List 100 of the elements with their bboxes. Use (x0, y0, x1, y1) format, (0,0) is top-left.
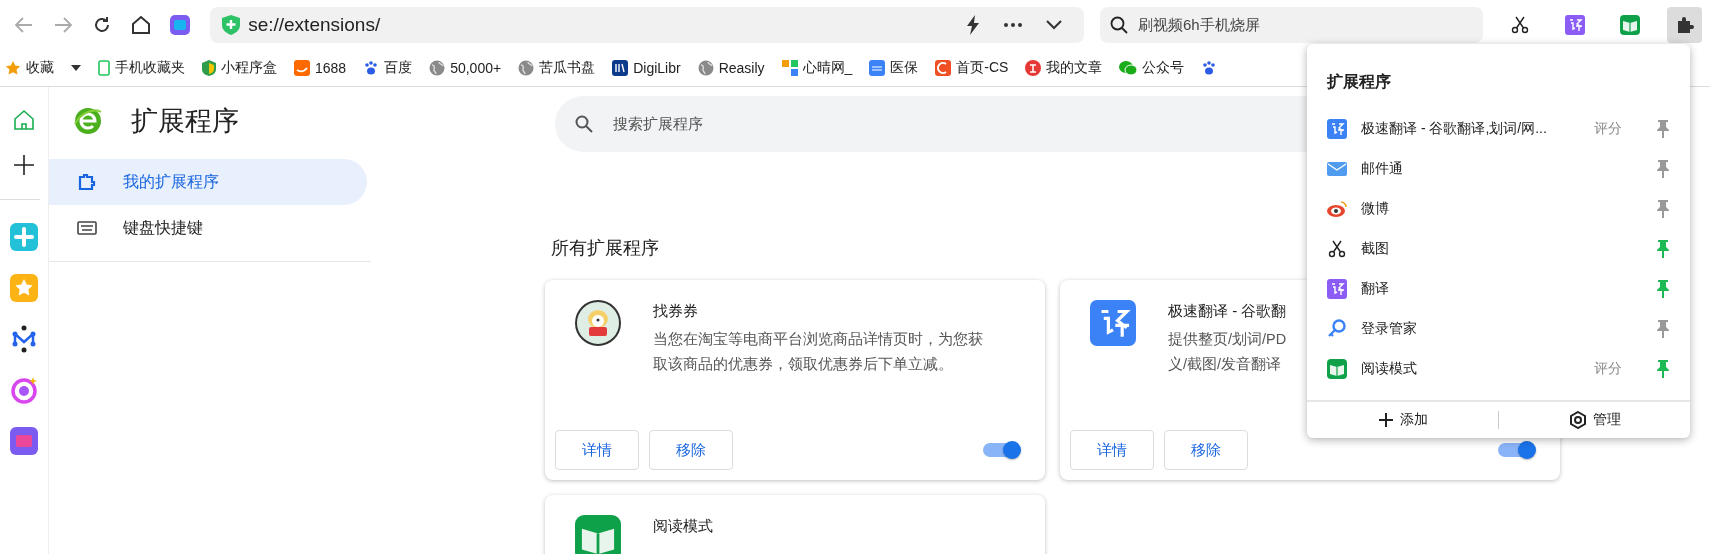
extension-item[interactable]: 截图 (1307, 229, 1690, 269)
popup-title: 扩展程序 (1325, 72, 1392, 92)
card-button[interactable]: 移除 (1164, 430, 1248, 470)
caret-icon[interactable] (71, 65, 81, 71)
translate-icon (1327, 279, 1347, 299)
card-button[interactable]: 移除 (649, 430, 733, 470)
translate-icon (1090, 300, 1136, 346)
book-icon (1327, 359, 1347, 379)
translate-icon (1565, 15, 1586, 35)
pin-button[interactable] (1656, 200, 1670, 218)
add-icon[interactable] (13, 154, 35, 176)
bookmark-icon (935, 60, 952, 76)
pin-button[interactable] (1656, 160, 1670, 178)
puzzle-icon (77, 172, 97, 192)
extension-item[interactable]: 微博 (1307, 189, 1690, 229)
bookmark-link[interactable]: 我的文章 (1046, 59, 1103, 77)
pin-icon (1656, 120, 1670, 138)
shield-icon (222, 15, 241, 35)
bookmark-icon (294, 60, 310, 76)
bookmark-link[interactable]: 苦瓜书盘 (539, 59, 596, 77)
toggle-switch[interactable] (1498, 440, 1538, 460)
pin-icon (1656, 360, 1670, 378)
bookmark-link[interactable]: 医保 (890, 59, 919, 77)
sidebar-item[interactable]: 键盘快捷键 (49, 205, 367, 251)
extension-item[interactable]: 登录管家 (1307, 309, 1690, 349)
rate-link[interactable]: 评分 (1594, 360, 1622, 378)
pin-button[interactable] (1656, 240, 1670, 258)
home-icon[interactable] (13, 109, 35, 131)
home-icon (130, 15, 151, 35)
bookmark-link[interactable]: 小程序盒 (221, 59, 277, 77)
toggle-switch[interactable] (983, 440, 1023, 460)
ai-app-icon[interactable] (10, 427, 38, 455)
bookmark-link[interactable]: 手机收藏夹 (115, 59, 185, 77)
rate-link[interactable]: 评分 (1594, 120, 1622, 138)
logo-icon (73, 106, 103, 136)
bookmark-link[interactable]: Reasily (718, 60, 765, 76)
bookmark-link[interactable]: 心晴网_ (802, 59, 853, 77)
bookmark-link[interactable]: 1688 (315, 60, 347, 76)
extension-item[interactable]: 邮件通 (1307, 149, 1690, 189)
section-heading: 所有扩展程序 (551, 237, 659, 260)
paw-icon (1201, 60, 1218, 76)
bookmark-link[interactable]: 50,000+ (450, 60, 502, 76)
card-button[interactable]: 详情 (1070, 430, 1154, 470)
address-bar[interactable]: se://extensions/ (210, 7, 1084, 43)
pin-icon (1656, 320, 1670, 338)
extension-item[interactable]: 阅读模式 评分 (1307, 349, 1690, 389)
tiles-icon (781, 60, 798, 76)
more-icon[interactable] (1003, 23, 1022, 27)
bookmark-link[interactable]: 收藏 (26, 59, 54, 77)
bookmark-icon (1025, 60, 1042, 76)
mail-icon (1327, 159, 1347, 179)
extension-button[interactable] (1667, 7, 1702, 43)
globe-icon (429, 60, 446, 76)
keyboard-icon (77, 221, 97, 235)
bookmark-link[interactable]: 百度 (384, 59, 413, 77)
shield-icon (202, 60, 216, 76)
sidebar-item[interactable]: 我的扩展程序 (49, 159, 367, 205)
pin-button[interactable] (1656, 280, 1670, 298)
manage-button[interactable]: 管理 (1499, 410, 1690, 430)
pin-icon (1656, 160, 1670, 178)
bookmark-link[interactable]: DigiLibr (633, 60, 681, 76)
chevron-down-icon[interactable] (1045, 20, 1062, 30)
chat-icon (1119, 60, 1138, 76)
scissors-icon (1327, 239, 1347, 259)
book-icon (1619, 15, 1640, 35)
pin-button[interactable] (1656, 360, 1670, 378)
search-field[interactable]: 刷视频6h手机烧屏 (1099, 7, 1483, 43)
search-icon (1109, 16, 1128, 34)
network-icon[interactable] (10, 325, 38, 353)
pin-button[interactable] (1656, 120, 1670, 138)
plus-icon (1377, 412, 1394, 428)
card-button[interactable]: 详情 (555, 430, 639, 470)
book-icon (575, 515, 621, 554)
pin-icon (1656, 240, 1670, 258)
bookmark-link[interactable]: 首页-CS (956, 59, 1009, 77)
pin-icon (1656, 200, 1670, 218)
extension-name: 找券券 (653, 302, 699, 321)
eye-icon (1327, 199, 1347, 219)
globe-icon (697, 60, 714, 76)
key-icon (1327, 319, 1347, 339)
bookmark-icon (869, 60, 886, 76)
settings-icon (1568, 411, 1587, 429)
extension-name: 极速翻译 - 谷歌翻 (1168, 302, 1287, 321)
app-icon[interactable] (10, 223, 38, 251)
star-app-icon[interactable] (10, 274, 38, 302)
extension-item[interactable]: 翻译 (1307, 269, 1690, 309)
bookmark-link[interactable]: 公众号 (1142, 59, 1185, 77)
lightning-icon[interactable] (965, 15, 980, 35)
translate-icon (1327, 119, 1347, 139)
ring-app-icon[interactable] (10, 376, 38, 404)
extension-name: 阅读模式 (653, 517, 713, 536)
scissors-icon (1510, 15, 1531, 35)
add-button[interactable]: 添加 (1307, 410, 1498, 430)
globe-icon (518, 60, 535, 76)
paw-icon (363, 60, 380, 76)
bookmark-icon (612, 60, 629, 76)
back-icon (14, 15, 35, 35)
extension-description: 提供整页/划词/PD 义/截图/发音翻译 (1168, 330, 1287, 374)
page-title: 扩展程序 (131, 105, 239, 138)
pin-button[interactable] (1656, 320, 1670, 338)
